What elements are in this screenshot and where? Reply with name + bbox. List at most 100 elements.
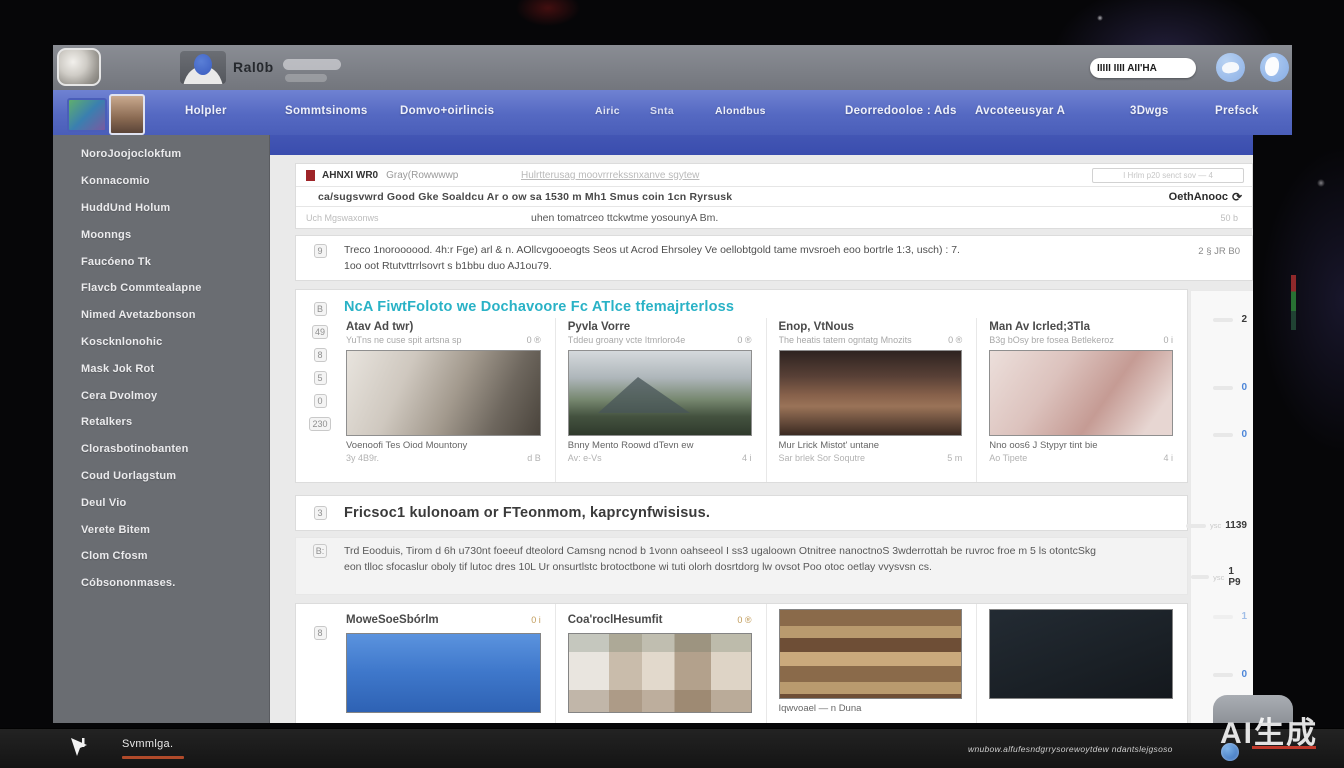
stat-entry-5: 1 bbox=[1213, 611, 1247, 622]
gallery-card-3: Iqwvoael — n Duna bbox=[766, 604, 977, 723]
refresh-link[interactable]: OethAnooc ⟳ bbox=[1169, 190, 1242, 204]
sidebar-item-16[interactable]: Cóbsononmases. bbox=[53, 570, 270, 597]
sidebar-item-11[interactable]: Clorasbotinobanten bbox=[53, 436, 270, 463]
section-gutter: B 49 8 5 0 230 bbox=[296, 290, 344, 482]
card-image[interactable] bbox=[779, 350, 963, 436]
stat-value: 0 bbox=[1241, 429, 1247, 440]
nav-item-5[interactable]: Alondbus bbox=[715, 105, 766, 117]
sidebar-item-6[interactable]: Nimed Avetazbonson bbox=[53, 302, 270, 329]
card-title[interactable]: Enop, VtNous bbox=[779, 321, 963, 333]
sidebar-item-7[interactable]: Koscknlonohic bbox=[53, 329, 270, 356]
sidebar-item-8[interactable]: Mask Jok Rot bbox=[53, 355, 270, 382]
forum-section-heading-panel: 3 Fricsoc1 kulonoam or FTeonmom, kaprcyn… bbox=[295, 495, 1188, 531]
gallery-card-1: MoweSoeSbórlm 0 i bbox=[344, 604, 555, 723]
nav-item-home[interactable]: Holpler bbox=[185, 105, 227, 117]
main-content: AHNXI WR0 Gray(Rowwwwp Hulrtterusag moov… bbox=[270, 135, 1253, 723]
cloud-icon[interactable] bbox=[1216, 53, 1245, 82]
nav-item-3[interactable]: Airic bbox=[595, 105, 620, 117]
toolbar-breadcrumb[interactable]: ca/sugsvwrd Good Gke Soaldcu Ar o ow sa … bbox=[306, 191, 732, 203]
card-image[interactable] bbox=[568, 350, 752, 436]
row-icon: 9 bbox=[314, 244, 327, 258]
sidebar-item-5[interactable]: Flavcb Commtealapne bbox=[53, 275, 270, 302]
toolbar-filter-box[interactable]: I Hrlm p20 senct sov — 4 bbox=[1092, 168, 1244, 183]
nav-item-2[interactable]: Domvo+oirlincis bbox=[400, 105, 494, 117]
card-caption[interactable]: Iqwvoael — n Duna bbox=[779, 703, 963, 714]
sidebar-item-0[interactable]: NoroJoojoclokfum bbox=[53, 141, 270, 168]
card-byrow: 3y 4B9r. d B bbox=[346, 453, 541, 463]
nav-item-6[interactable]: Deorredooloe : Ads bbox=[845, 105, 957, 117]
taskbar: Svmmlga. wnubow.alfufesndgrrysorewoytdew… bbox=[0, 728, 1344, 768]
card-caption[interactable]: Nno oos6 J Stypyr tint bie bbox=[989, 440, 1173, 451]
card-title[interactable]: Coa'roclHesumfit bbox=[568, 614, 663, 626]
nav-item-9[interactable]: Prefsck bbox=[1215, 105, 1259, 117]
sidebar-item-14[interactable]: Verete Bitem bbox=[53, 516, 270, 543]
nav-thumbnail-1[interactable] bbox=[67, 98, 107, 132]
card-image[interactable] bbox=[346, 633, 541, 713]
card-caption[interactable]: Voenoofi Tes Oiod Mountony bbox=[346, 440, 541, 451]
sidebar-item-12[interactable]: Coud Uorlagstum bbox=[53, 463, 270, 490]
desktop-background: Ral0b IIIII IIII AII'HA Holpler Sommtsin… bbox=[0, 0, 1344, 768]
gutter-icon: B: bbox=[313, 544, 328, 558]
search-input[interactable]: IIIII IIII AII'HA bbox=[1090, 58, 1196, 78]
card-subrow: The heatis tatem ogntatg Mnozits 0 ® bbox=[779, 335, 963, 345]
card-image[interactable] bbox=[989, 609, 1173, 699]
toolbar-meta-right: 50 b bbox=[1220, 213, 1238, 223]
sidebar-item-4[interactable]: Faucóeno Tk bbox=[53, 248, 270, 275]
nav-item-8[interactable]: 3Dwgs bbox=[1130, 105, 1169, 117]
card-grid: MoweSoeSbórlm 0 i Coa'roclHesumfit 0 ® bbox=[344, 604, 1187, 723]
toolbar-sublabel: Gray(Rowwwwp bbox=[386, 170, 458, 181]
brand-logo-icon[interactable] bbox=[180, 51, 226, 84]
nav-thumbnail-2[interactable] bbox=[109, 94, 145, 135]
card-image[interactable] bbox=[989, 350, 1173, 436]
section-gutter: 8 bbox=[296, 604, 344, 723]
card-byline: Av: e-Vs bbox=[568, 453, 602, 463]
card-image[interactable] bbox=[346, 350, 541, 436]
announcement-text-2[interactable]: 1oo oot Rtutvttrrlsovrt s b1bbu duo AJ1o… bbox=[344, 260, 1252, 272]
card-byline: Ao Tipete bbox=[989, 453, 1027, 463]
nav-item-4[interactable]: Snta bbox=[650, 105, 674, 117]
gutter-icon: 0 bbox=[314, 394, 327, 408]
card-byrow: Av: e-Vs 4 i bbox=[568, 453, 752, 463]
sidebar-item-15[interactable]: Clom Cfosm bbox=[53, 543, 270, 570]
sidebar-item-9[interactable]: Cera Dvolmoy bbox=[53, 382, 270, 409]
gutter-icon: B bbox=[314, 302, 327, 316]
taskbar-app-label[interactable]: Svmmlga. bbox=[122, 738, 173, 750]
card-title[interactable]: Pyvla Vorre bbox=[568, 321, 752, 333]
card-titlerow: MoweSoeSbórlm 0 i bbox=[346, 612, 541, 628]
moon-icon[interactable] bbox=[1260, 53, 1289, 82]
stat-entry-3: ysc 1139 bbox=[1186, 520, 1247, 531]
forum-toolbar: AHNXI WR0 Gray(Rowwwwp Hulrtterusag moov… bbox=[295, 163, 1253, 229]
card-byrow: Ao Tipete 4 i bbox=[989, 453, 1173, 463]
logo-ball-shape bbox=[194, 54, 212, 75]
gutter-icon: 49 bbox=[312, 325, 328, 339]
card-title[interactable]: MoweSoeSbórlm bbox=[346, 614, 439, 626]
gutter-icon: 5 bbox=[314, 371, 327, 385]
card-caption[interactable]: Bnny Mento Roowd dTevn ew bbox=[568, 440, 752, 451]
user-photo[interactable] bbox=[57, 48, 101, 86]
card-image[interactable] bbox=[779, 609, 963, 699]
announcement-meta: 2 § JR B0 bbox=[1198, 246, 1240, 257]
nav-item-7[interactable]: Avcoteeusyar A bbox=[975, 105, 1065, 117]
card-title[interactable]: Man Av Icrled;3Tla bbox=[989, 321, 1173, 333]
forum-card-4: Man Av Icrled;3Tla B3g bOsy bre fosea Be… bbox=[976, 318, 1187, 482]
section-gutter: 3 bbox=[296, 497, 344, 529]
window-body: NoroJoojoclokfum Konnacomio HuddUnd Holu… bbox=[53, 135, 1292, 723]
announcement-body: Treco 1noroooood. 4h:r Fge) arl & n. AOl… bbox=[344, 244, 1252, 280]
toolbar-link[interactable]: Hulrtterusag moovrrrekssnxanve sgytew bbox=[521, 170, 699, 181]
announcement-text-1[interactable]: Treco 1noroooood. 4h:r Fge) arl & n. AOl… bbox=[344, 244, 1252, 256]
card-image[interactable] bbox=[568, 633, 752, 713]
nav-item-1[interactable]: Sommtsinoms bbox=[285, 105, 368, 117]
sidebar-item-3[interactable]: Moonngs bbox=[53, 221, 270, 248]
sidebar-item-1[interactable]: Konnacomio bbox=[53, 168, 270, 195]
browser-window: Ral0b IIIII IIII AII'HA Holpler Sommtsin… bbox=[53, 45, 1292, 723]
brand-name: Ral0b bbox=[233, 59, 274, 75]
card-caption[interactable]: Mur Lrick Mistot' untane bbox=[779, 440, 963, 451]
sidebar-item-10[interactable]: Retalkers bbox=[53, 409, 270, 436]
forum-section-galleries: 8 MoweSoeSbórlm 0 i bbox=[295, 603, 1188, 723]
section-heading[interactable]: Fricsoc1 kulonoam or FTeonmom, kaprcynfw… bbox=[344, 505, 710, 521]
card-title[interactable]: Atav Ad twr) bbox=[346, 321, 541, 333]
sidebar-item-2[interactable]: HuddUnd Holum bbox=[53, 195, 270, 222]
sidebar-item-13[interactable]: Deul Vio bbox=[53, 489, 270, 516]
card-subtitle: Tddeu groany vcte Itmrloro4e bbox=[568, 335, 732, 345]
section-heading[interactable]: NcA FiwtFoloto we Dochavoore Fc ATlce tf… bbox=[344, 299, 1187, 315]
